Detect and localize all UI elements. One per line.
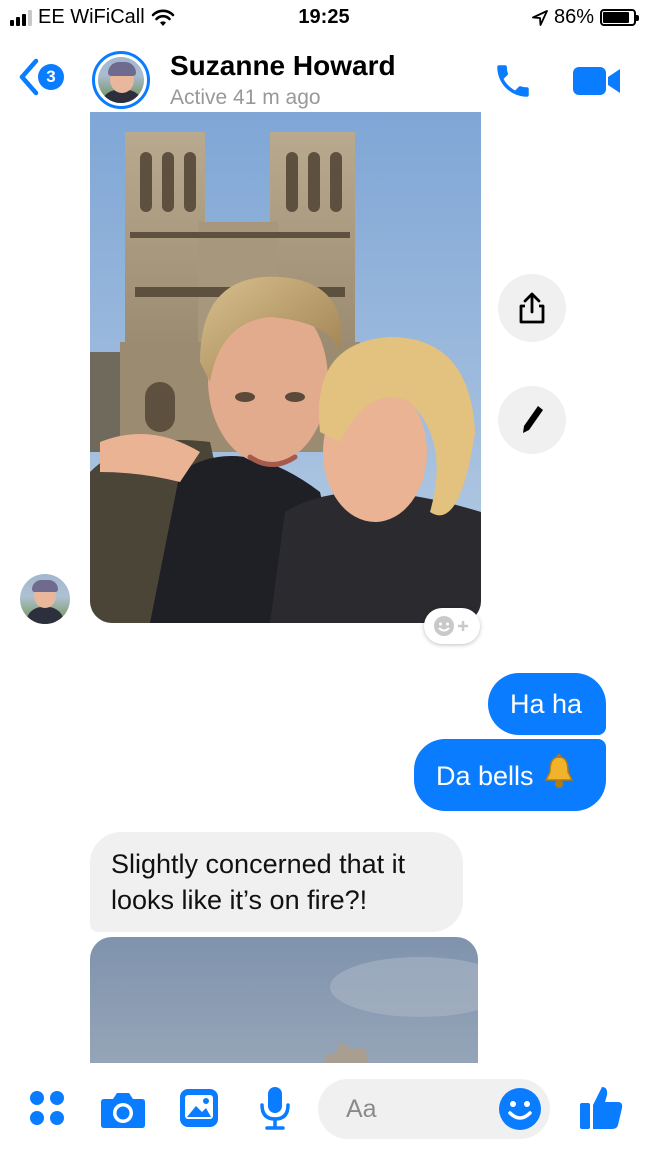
back-button[interactable]: 3 [18, 58, 64, 96]
back-chevron-icon [19, 58, 39, 96]
contact-name[interactable]: Suzanne Howard [170, 50, 396, 82]
phone-icon[interactable] [492, 60, 534, 102]
message-text-line: looks like it’s on fire?! [111, 885, 368, 915]
photo-message[interactable] [90, 112, 481, 623]
battery-percent: 86% [553, 6, 594, 28]
outgoing-message[interactable]: Ha ha [488, 673, 606, 735]
edit-pencil-icon [523, 406, 543, 433]
photo-message[interactable] [90, 937, 478, 1077]
status-bar: EE WiFiCall 19:25 86% [0, 0, 648, 36]
sender-avatar[interactable] [20, 574, 70, 624]
share-photo-button[interactable] [498, 274, 566, 342]
thumbs-up-icon[interactable] [578, 1083, 624, 1131]
location-arrow-icon [532, 9, 548, 26]
battery-icon [600, 9, 639, 26]
bell-emoji-icon [544, 754, 573, 788]
gallery-icon[interactable] [178, 1087, 220, 1129]
conversation-header: 3 Suzanne Howard Active 41 m ago [0, 36, 648, 124]
composer-bar: Aa [0, 1063, 648, 1153]
sky-photo [90, 937, 478, 1077]
outgoing-message[interactable]: Da bells [414, 739, 606, 811]
smiley-add-icon [434, 616, 468, 636]
video-camera-icon[interactable] [572, 64, 622, 98]
emoji-icon[interactable] [498, 1087, 542, 1131]
apps-grid-icon[interactable] [28, 1089, 66, 1127]
message-input-placeholder: Aa [346, 1094, 377, 1123]
status-bar-right: 86% [532, 6, 639, 29]
share-icon [519, 292, 545, 324]
contact-avatar[interactable] [92, 51, 150, 109]
message-text: Ha ha [510, 689, 583, 719]
cathedral-selfie-photo [90, 112, 481, 623]
unread-count-badge: 3 [38, 64, 64, 90]
incoming-message[interactable]: Slightly concerned that it looks like it… [90, 832, 463, 932]
contact-active-status: Active 41 m ago [170, 86, 321, 109]
message-text-line: Slightly concerned that it [111, 849, 406, 879]
avatar-photo [98, 57, 144, 103]
microphone-icon[interactable] [258, 1085, 292, 1131]
camera-icon[interactable] [100, 1089, 146, 1129]
add-reaction-button[interactable] [424, 608, 480, 644]
message-text: Da bells [436, 761, 534, 791]
edit-photo-button[interactable] [498, 386, 566, 454]
